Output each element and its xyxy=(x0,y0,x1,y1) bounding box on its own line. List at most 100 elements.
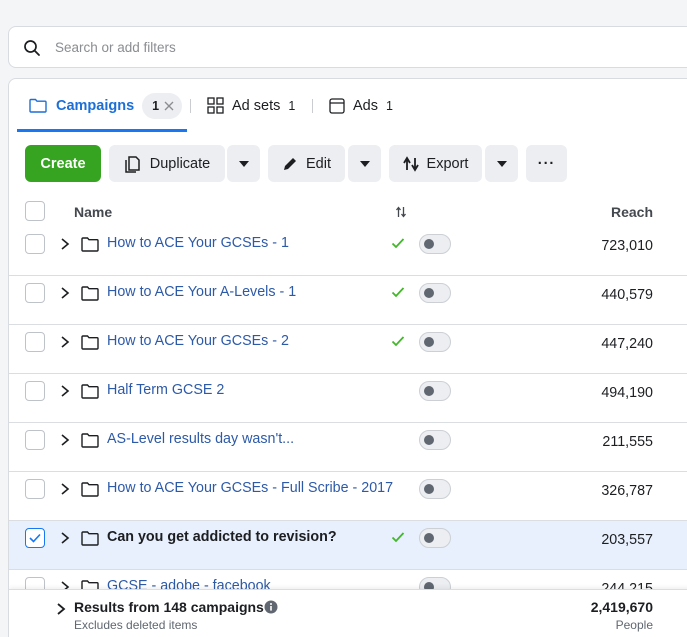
folder-icon xyxy=(81,531,99,546)
caret-down-icon xyxy=(238,160,249,167)
export-dropdown-button[interactable] xyxy=(485,145,518,182)
table-row[interactable]: How to ACE Your GCSEs - Full Scribe - 20… xyxy=(9,472,687,521)
tab-divider xyxy=(190,99,191,113)
row-checkbox[interactable] xyxy=(25,479,45,499)
campaign-name-link[interactable]: How to ACE Your A-Levels - 1 xyxy=(107,284,296,300)
row-checkbox[interactable] xyxy=(25,381,45,401)
table-row[interactable]: Half Term GCSE 2 494,190 xyxy=(9,374,687,423)
campaign-toggle[interactable] xyxy=(419,479,451,499)
reach-total-unit: People xyxy=(615,618,653,632)
create-button[interactable]: Create xyxy=(25,145,101,182)
chevron-right-icon[interactable] xyxy=(59,286,71,300)
search-bar[interactable]: Search or add filters xyxy=(8,26,687,68)
sort-icon[interactable] xyxy=(395,206,407,218)
campaign-name-link[interactable]: How to ACE Your GCSEs - Full Scribe - 20… xyxy=(107,480,393,496)
results-summary: Results from 148 campaigns Excludes dele… xyxy=(9,589,687,637)
campaign-list: How to ACE Your GCSEs - 1 723,010 How to… xyxy=(9,227,687,589)
active-tab-underline xyxy=(17,129,187,132)
toolbar: Create Duplicate Edit Export ··· xyxy=(9,145,687,183)
reach-value: 440,579 xyxy=(601,287,653,303)
chevron-right-icon[interactable] xyxy=(59,433,71,447)
checkmark-icon xyxy=(391,532,405,543)
column-header-name[interactable]: Name xyxy=(74,204,112,220)
reach-value: 244,215 xyxy=(601,581,653,589)
folder-icon xyxy=(81,384,99,399)
folder-icon xyxy=(81,237,99,252)
export-label: Export xyxy=(426,155,469,172)
chevron-right-icon[interactable] xyxy=(59,335,71,349)
selection-count: 1 xyxy=(152,98,160,113)
campaign-name-link[interactable]: How to ACE Your GCSEs - 2 xyxy=(107,333,289,349)
column-header-reach[interactable]: Reach xyxy=(611,204,653,220)
reach-total: 2,419,670 xyxy=(590,599,653,615)
campaign-name-link[interactable]: GCSE - adobe - facebook xyxy=(107,578,271,589)
campaigns-panel: Campaigns 1 Ad sets 1 Ads 1 Create Dupli… xyxy=(8,78,687,637)
duplicate-button[interactable]: Duplicate xyxy=(109,145,225,182)
duplicate-dropdown-button[interactable] xyxy=(227,145,260,182)
folder-icon xyxy=(81,335,99,350)
campaign-toggle[interactable] xyxy=(419,332,451,352)
close-icon[interactable] xyxy=(164,101,174,111)
tab-campaigns[interactable]: Campaigns 1 xyxy=(17,79,187,132)
chevron-right-icon[interactable] xyxy=(59,482,71,496)
folder-icon xyxy=(81,286,99,301)
folder-icon xyxy=(81,482,99,497)
campaign-toggle[interactable] xyxy=(419,528,451,548)
chevron-right-icon[interactable] xyxy=(55,602,67,616)
checkmark-icon xyxy=(29,533,41,543)
edit-label: Edit xyxy=(306,155,331,172)
table-row[interactable]: How to ACE Your A-Levels - 1 440,579 xyxy=(9,276,687,325)
campaign-toggle[interactable] xyxy=(419,234,451,254)
table-header: Name Reach xyxy=(9,197,687,227)
export-button[interactable]: Export xyxy=(389,145,482,182)
chevron-right-icon[interactable] xyxy=(59,384,71,398)
campaign-name-link[interactable]: AS-Level results day wasn't... xyxy=(107,431,294,447)
row-checkbox-checked[interactable] xyxy=(25,528,45,548)
select-all-checkbox[interactable] xyxy=(25,201,45,221)
campaign-toggle[interactable] xyxy=(419,283,451,303)
chevron-right-icon[interactable] xyxy=(59,580,71,589)
edit-dropdown-button[interactable] xyxy=(348,145,381,182)
reach-value: 723,010 xyxy=(601,238,653,254)
info-icon[interactable] xyxy=(264,600,278,614)
row-checkbox[interactable] xyxy=(25,234,45,254)
results-title: Results from 148 campaigns xyxy=(74,599,264,615)
folder-icon xyxy=(81,580,99,589)
table-row[interactable]: How to ACE Your GCSEs - 1 723,010 xyxy=(9,227,687,276)
more-options-button[interactable]: ··· xyxy=(526,145,567,182)
table-row-selected[interactable]: Can you get addicted to revision? 203,55… xyxy=(9,521,687,570)
campaign-toggle[interactable] xyxy=(419,430,451,450)
campaign-toggle[interactable] xyxy=(419,577,451,589)
duplicate-label: Duplicate xyxy=(149,155,211,172)
row-checkbox[interactable] xyxy=(25,283,45,303)
tab-ad-sets[interactable]: Ad sets 1 xyxy=(207,79,295,132)
tab-divider xyxy=(312,99,313,113)
table-row[interactable]: AS-Level results day wasn't... 211,555 xyxy=(9,423,687,472)
folder-icon xyxy=(81,433,99,448)
pencil-icon xyxy=(284,157,296,170)
reach-value: 211,555 xyxy=(602,434,653,450)
row-checkbox[interactable] xyxy=(25,332,45,352)
table-row[interactable]: How to ACE Your GCSEs - 2 447,240 xyxy=(9,325,687,374)
edit-button[interactable]: Edit xyxy=(268,145,345,182)
results-subtitle: Excludes deleted items xyxy=(74,618,198,632)
row-checkbox[interactable] xyxy=(25,577,45,589)
campaign-toggle[interactable] xyxy=(419,381,451,401)
table-row[interactable]: GCSE - adobe - facebook 244,215 xyxy=(9,570,687,589)
campaign-name-link[interactable]: Can you get addicted to revision? xyxy=(107,529,337,545)
reach-value: 203,557 xyxy=(601,532,653,548)
chevron-right-icon[interactable] xyxy=(59,531,71,545)
reach-value: 447,240 xyxy=(601,336,653,352)
search-input[interactable]: Search or add filters xyxy=(55,40,176,55)
grid-icon xyxy=(207,97,224,114)
selection-chip[interactable]: 1 xyxy=(142,92,183,119)
tab-ads-label: Ads xyxy=(353,97,378,114)
export-icon xyxy=(402,155,419,172)
chevron-right-icon[interactable] xyxy=(59,237,71,251)
campaign-name-link[interactable]: Half Term GCSE 2 xyxy=(107,382,224,398)
checkmark-icon xyxy=(391,336,405,347)
level-tabs: Campaigns 1 Ad sets 1 Ads 1 xyxy=(9,79,687,132)
tab-ads[interactable]: Ads 1 xyxy=(329,79,393,132)
campaign-name-link[interactable]: How to ACE Your GCSEs - 1 xyxy=(107,235,289,251)
row-checkbox[interactable] xyxy=(25,430,45,450)
